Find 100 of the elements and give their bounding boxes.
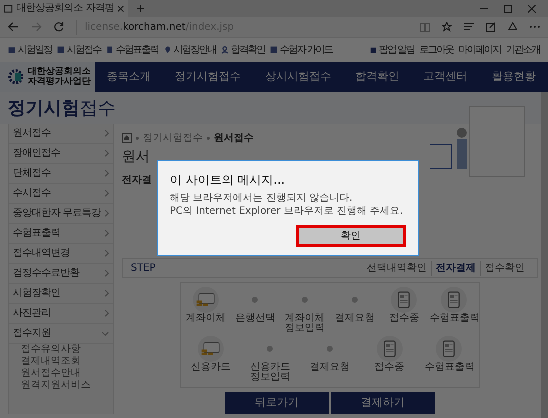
chevron-right-icon [105, 170, 109, 177]
subheading: 전자결 [122, 174, 152, 187]
step-item: 선택내역확인 [366, 262, 428, 276]
sidebar-subitem[interactable]: 접수유의사항 [9, 344, 113, 356]
pen-icon[interactable] [486, 22, 496, 32]
step-label: 결제요청 [334, 314, 376, 324]
sidebar-item[interactable]: 원서접수 [9, 124, 113, 144]
sidebar-subitem[interactable]: 결제내역조회 [9, 356, 113, 368]
back-icon[interactable] [8, 22, 19, 32]
step-label: 신용카드 [190, 363, 232, 373]
nav-item[interactable]: 고객센터 [424, 68, 468, 86]
sidebar-item[interactable]: 단체접수 [9, 164, 113, 184]
sidebar-item[interactable]: 수시접수 [9, 184, 113, 204]
step-dot-icon [252, 297, 258, 303]
step-dot-icon [267, 346, 274, 352]
payment-icon [192, 287, 219, 313]
separator-icon [207, 136, 210, 140]
page-title: 정기시험접수 [8, 96, 116, 120]
gear-logo-icon [8, 69, 24, 85]
chevron-right-icon [105, 270, 109, 277]
sidebar-item[interactable]: 시험장확인 [9, 284, 113, 304]
confirm-button[interactable]: 확인 [296, 225, 406, 247]
location-pin-icon [164, 46, 172, 54]
close-icon[interactable] [528, 4, 536, 12]
utility-link[interactable]: 로그아웃 [420, 42, 454, 58]
step-label: 계좌이체 정보입력 [284, 314, 326, 334]
sidebar-item[interactable]: 사진관리 [9, 304, 113, 324]
separator-icon [136, 136, 139, 140]
reading-view-icon[interactable] [420, 22, 430, 32]
menu-icon[interactable] [464, 23, 474, 31]
chevron-right-icon [105, 230, 109, 237]
action-button[interactable]: 결제하기 [331, 392, 435, 414]
utility-link[interactable]: 시험접수 [67, 42, 101, 58]
utility-link[interactable]: 마이페이지 [458, 42, 501, 58]
logo-text: 대한상공회의소 [28, 67, 91, 77]
maximize-icon[interactable] [504, 4, 512, 12]
nav-item[interactable]: 활용현황 [492, 68, 536, 86]
step-label: 접수중 [374, 363, 406, 373]
chevron-down-icon [102, 332, 109, 336]
tab-title: 대한상공회의소 자격평 [16, 2, 114, 16]
chevron-right-icon [105, 150, 109, 157]
nav-item[interactable]: 정기시험접수 [175, 68, 242, 86]
chevron-right-icon [105, 250, 109, 257]
logo-text: 자격평가사업단 [28, 77, 91, 87]
nav-item[interactable]: 합격확인 [356, 68, 400, 86]
document-icon [376, 336, 403, 362]
chevron-right-icon [105, 290, 109, 297]
star-icon[interactable] [442, 22, 452, 32]
chevron-right-icon [105, 310, 109, 317]
chevron-right-icon [105, 210, 109, 217]
nav-item[interactable]: 종목소개 [107, 68, 152, 86]
utility-link[interactable]: 수험표출력 [116, 42, 158, 58]
utility-link[interactable]: 합격확인 [231, 42, 265, 58]
step-item: 전자결제 [431, 260, 480, 276]
sidebar-item[interactable]: 검정수수료반환 [9, 264, 113, 284]
utility-link[interactable]: 시험장안내 [174, 42, 216, 58]
heading: 원서 [122, 148, 150, 166]
close-icon[interactable] [118, 6, 124, 12]
chevron-right-icon [105, 190, 109, 197]
sidebar-item[interactable]: 중앙대한자 무료특강 [9, 204, 113, 224]
sidebar-item[interactable]: 접수지원 [9, 324, 113, 344]
step-dot-icon [326, 346, 333, 352]
step-label: 접수중 [388, 314, 420, 324]
utility-link[interactable]: 수험자 가이드 [280, 42, 333, 58]
dialog-message: 해당 브라우저에서는 진행되지 않습니다. [170, 192, 353, 205]
step-dot-icon [352, 297, 358, 303]
document-icon [391, 287, 418, 313]
step-label: 결제요청 [308, 363, 351, 373]
nav-item[interactable]: 상시시험접수 [265, 68, 332, 86]
step-label: 신용카드 정보입력 [249, 363, 292, 383]
sidebar-item[interactable]: 접수내역변경 [9, 244, 113, 264]
person-icon [221, 46, 229, 54]
browser-tab[interactable]: 대한상공회의소 자격평 [0, 0, 128, 17]
document-icon [436, 336, 462, 362]
step-label: 수험표출력 [430, 314, 478, 324]
utility-link[interactable]: 팝업 알림 [378, 42, 414, 58]
sidebar-subitem[interactable]: 원격지원서비스 [9, 380, 113, 392]
dialog-title: 이 사이트의 메시지... [170, 173, 286, 188]
home-icon[interactable] [122, 133, 132, 143]
step-label: STEP [131, 262, 156, 276]
document-icon [441, 287, 468, 313]
sidebar-subitem[interactable]: 원서접수안내 [9, 368, 113, 380]
action-button[interactable]: 뒤로가기 [225, 392, 329, 414]
step-label: 은행선택 [234, 314, 276, 324]
breadcrumb-link[interactable]: 정기시험접수 [143, 130, 203, 146]
sidebar-item[interactable]: 수험표출력 [9, 224, 113, 244]
step-label: 계좌이체 [184, 314, 227, 324]
share-icon[interactable] [508, 22, 518, 32]
page-icon [4, 4, 13, 12]
scrollbar[interactable] [541, 92, 548, 418]
refresh-icon[interactable] [54, 22, 64, 32]
step-dot-icon [302, 297, 308, 303]
breadcrumb-link[interactable]: 원서접수 [214, 130, 254, 146]
utility-link[interactable]: 시험일정 [18, 42, 52, 58]
utility-link[interactable]: 기관소개 [506, 42, 540, 58]
step-item: 접수확인 [480, 260, 529, 276]
step-label: 수험표출력 [425, 363, 474, 373]
sidebar-item[interactable]: 장애인접수 [9, 144, 113, 164]
new-tab-button[interactable]: + [128, 0, 154, 17]
chevron-right-icon [105, 130, 109, 137]
